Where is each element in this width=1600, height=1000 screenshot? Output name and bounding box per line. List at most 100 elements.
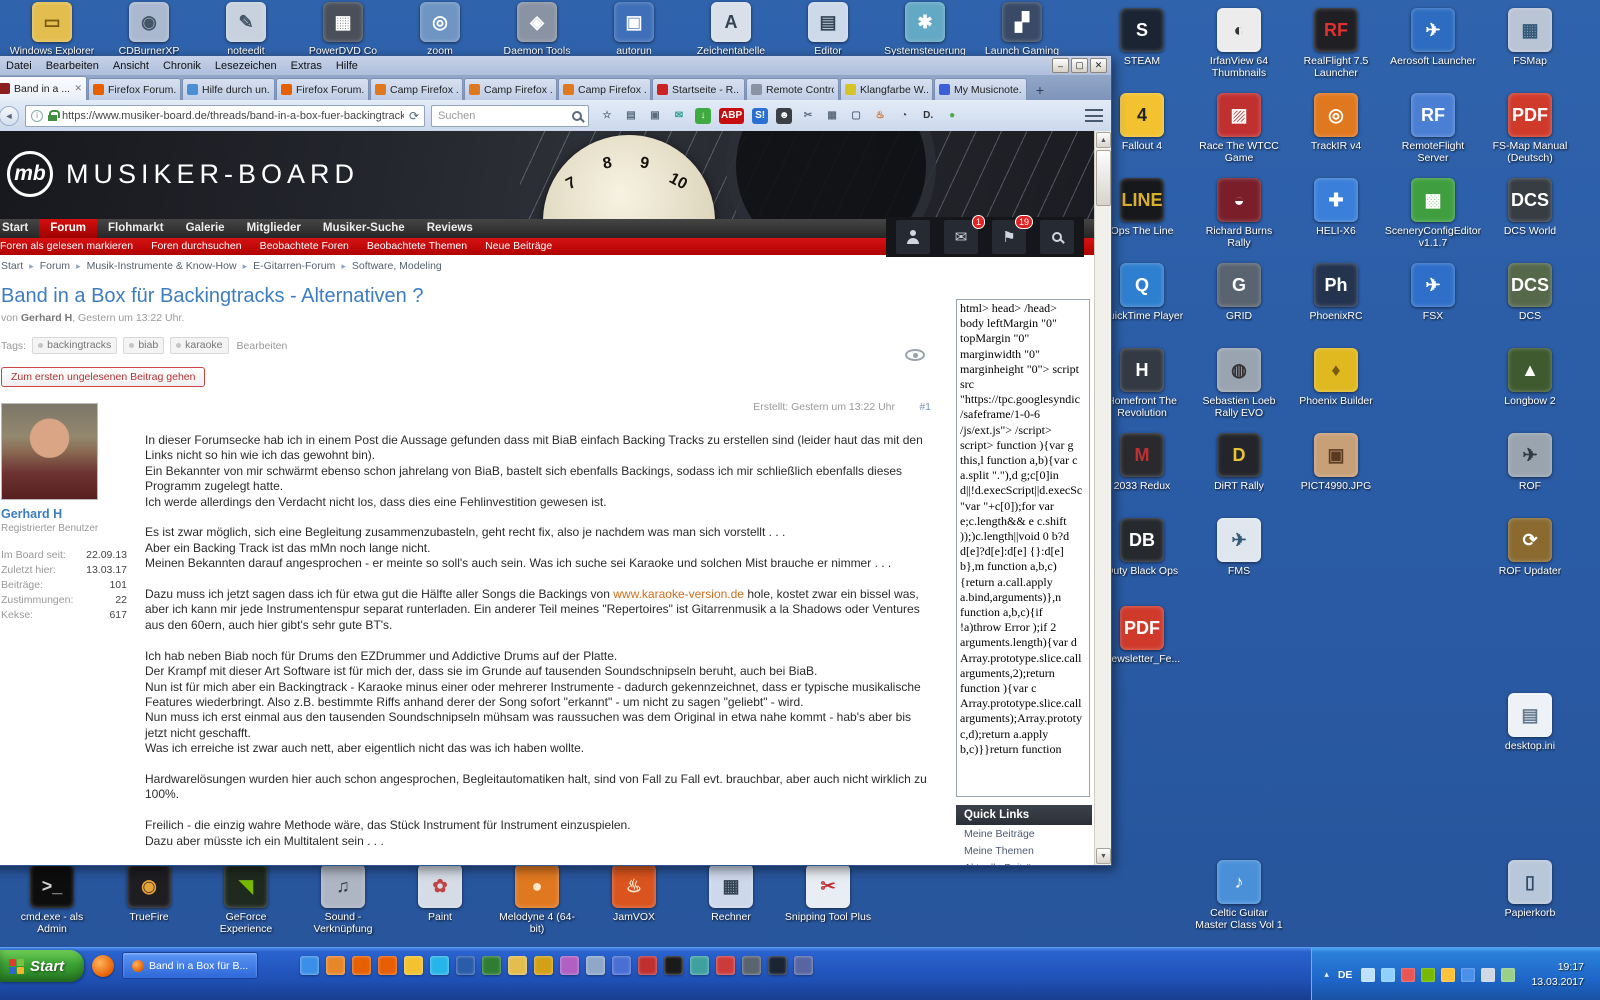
tray-icon[interactable] — [1421, 968, 1435, 982]
toolbar-icon[interactable]: ✉ — [671, 108, 687, 124]
media-icon[interactable] — [638, 956, 657, 975]
back-button[interactable]: ◄ — [0, 106, 19, 126]
toolbar-icon[interactable]: ☻ — [776, 108, 792, 124]
desktop-icon[interactable]: ♨ JamVOX — [590, 864, 678, 936]
browser-tab[interactable]: Klangfarbe W... ✕ — [840, 78, 933, 100]
desktop-icon[interactable]: D DiRT Rally — [1195, 433, 1283, 492]
quick-link[interactable]: Meine Themen — [956, 842, 1092, 859]
desktop-icon[interactable]: ✈ FSX — [1389, 263, 1477, 322]
quick-links-header[interactable]: Quick Links — [956, 805, 1092, 825]
first-unread-button[interactable]: Zum ersten ungelesenen Beitrag gehen — [1, 367, 205, 387]
winamp-icon[interactable] — [404, 956, 423, 975]
toolbar-icon[interactable]: D. — [920, 108, 936, 124]
desktop-icon[interactable]: Ph PhoenixRC — [1292, 263, 1380, 322]
scroll-down-icon[interactable]: ▼ — [1096, 848, 1111, 864]
breadcrumb-link[interactable]: Start — [1, 260, 23, 272]
notepad-icon[interactable] — [586, 956, 605, 975]
toolbar-icon[interactable]: ● — [944, 108, 960, 124]
vnc-icon[interactable] — [742, 956, 761, 975]
desktop-icon[interactable]: ▤ desktop.ini — [1486, 693, 1574, 752]
breadcrumb-link[interactable]: Forum — [40, 260, 70, 272]
watch-thread-icon[interactable] — [905, 349, 925, 361]
discord-icon[interactable] — [794, 956, 813, 975]
desktop-icon[interactable]: ♫ Sound - Verknüpfung — [299, 864, 387, 936]
menu-item[interactable]: Ansicht — [106, 60, 156, 72]
site-identity-icon[interactable]: i — [31, 110, 43, 122]
site-nav-item[interactable]: Flohmarkt — [97, 219, 175, 238]
tab-close-icon[interactable]: ✕ — [74, 83, 82, 94]
desktop-icon[interactable]: ▯ Papierkorb — [1486, 860, 1574, 919]
browser-tab[interactable]: Camp Firefox ... ✕ — [558, 78, 651, 100]
desktop-icon[interactable]: ♪ Celtic Guitar Master Class Vol 1 — [1195, 860, 1283, 932]
desktop-icon[interactable]: ▩ SceneryConfigEditor v1.1.7 — [1389, 178, 1477, 250]
maximize-button[interactable]: ▢ — [1071, 58, 1088, 73]
menu-item[interactable]: Extras — [284, 60, 329, 72]
desktop-icon[interactable]: RF RemoteFlight Server — [1389, 93, 1477, 165]
site-nav-item[interactable]: Musiker-Suche — [312, 219, 416, 238]
desktop-icon[interactable]: ◍ Sebastien Loeb Rally EVO — [1195, 348, 1283, 420]
browser-tab[interactable]: Camp Firefox ... ✕ — [370, 78, 463, 100]
menu-item[interactable]: Datei — [0, 60, 39, 72]
profile-button[interactable] — [896, 220, 930, 254]
browser-tab[interactable]: Remote Control He... ✕ — [746, 78, 839, 100]
subnav-link[interactable]: Beobachtete Themen — [358, 238, 476, 255]
desktop-icon[interactable]: ✈ FMS — [1195, 518, 1283, 577]
toolbar-icon[interactable]: ▦ — [824, 108, 840, 124]
subnav-link[interactable]: Neue Beiträge — [476, 238, 561, 255]
internet-explorer-icon[interactable] — [300, 956, 319, 975]
desktop-icon[interactable]: DCS DCS — [1486, 263, 1574, 322]
desktop-icon[interactable]: ◒ Richard Burns Rally — [1195, 178, 1283, 250]
desktop-icon[interactable]: ▦ Rechner — [687, 864, 775, 936]
browser-tab[interactable]: Startseite - R... ✕ — [652, 78, 745, 100]
start-button[interactable]: Start — [0, 950, 84, 982]
explorer-icon[interactable] — [508, 956, 527, 975]
scrollbar[interactable]: ▲ ▼ — [1094, 131, 1111, 865]
tag-chip[interactable]: biab — [123, 337, 164, 354]
toolbar-icon[interactable]: ♨ — [872, 108, 888, 124]
vlc-icon[interactable] — [378, 956, 397, 975]
subnav-link[interactable]: Foren durchsuchen — [142, 238, 250, 255]
breadcrumb-link[interactable]: Software, Modeling — [352, 260, 442, 272]
desktop-icon[interactable]: ▲ Longbow 2 — [1486, 348, 1574, 407]
tray-icon[interactable] — [1441, 968, 1455, 982]
desktop-icon[interactable]: ▨ Race The WTCC Game — [1195, 93, 1283, 165]
search-input[interactable]: Suchen — [431, 105, 589, 127]
browser-tab[interactable]: Firefox Forum... ✕ — [276, 78, 369, 100]
scrollbar-thumb[interactable] — [1096, 150, 1111, 206]
desktop-icon[interactable]: ⟳ ROF Updater — [1486, 518, 1574, 577]
firefox-quicklaunch-icon[interactable] — [92, 955, 114, 977]
desktop-icon[interactable]: ✈ Aerosoft Launcher — [1389, 8, 1477, 67]
audio-icon[interactable] — [690, 956, 709, 975]
alerts-button[interactable]: ⚑ 19 — [992, 220, 1026, 254]
irfanview-icon[interactable] — [716, 956, 735, 975]
toolbar-icon[interactable]: ↓ — [695, 108, 711, 124]
desktop-icon[interactable]: ▦ FSMap — [1486, 8, 1574, 67]
new-tab-button[interactable]: + — [1028, 80, 1052, 100]
language-indicator[interactable]: DE — [1335, 969, 1356, 981]
terminal-icon[interactable] — [664, 956, 683, 975]
tray-icon[interactable] — [1501, 968, 1515, 982]
site-nav-item[interactable]: Start — [0, 219, 39, 238]
outlook-icon[interactable] — [534, 956, 553, 975]
scroll-up-icon[interactable]: ▲ — [1096, 132, 1111, 148]
toolbar-icon[interactable]: ✂ — [800, 108, 816, 124]
toolbar-icon[interactable]: ▤ — [623, 108, 639, 124]
desktop-icon[interactable]: ♦ Phoenix Builder — [1292, 348, 1380, 407]
skype-icon[interactable] — [430, 956, 449, 975]
site-nav-item[interactable]: Reviews — [416, 219, 484, 238]
steam-icon[interactable] — [768, 956, 787, 975]
tag-chip[interactable]: karaoke — [170, 337, 228, 354]
tray-icon[interactable] — [1481, 968, 1495, 982]
quick-link[interactable]: Aktuelle Beiträge — [956, 859, 1092, 865]
excel-icon[interactable] — [482, 956, 501, 975]
author-link[interactable]: Gerhard H — [21, 312, 72, 324]
toolbar-icon[interactable]: ◔ — [896, 108, 912, 124]
desktop-icon[interactable]: ◥ GeForce Experience — [202, 864, 290, 936]
subnav-link[interactable]: Foren als gelesen markieren — [0, 238, 142, 255]
toolbar-icon[interactable]: ▣ — [647, 108, 663, 124]
toolbar-icon[interactable]: ☆ — [599, 108, 615, 124]
desktop-icon[interactable]: RF RealFlight 7.5 Launcher — [1292, 8, 1380, 80]
site-nav-item[interactable]: Forum — [39, 219, 97, 238]
desktop-icon[interactable]: ◎ TrackIR v4 — [1292, 93, 1380, 152]
menu-item[interactable]: Bearbeiten — [39, 60, 106, 72]
